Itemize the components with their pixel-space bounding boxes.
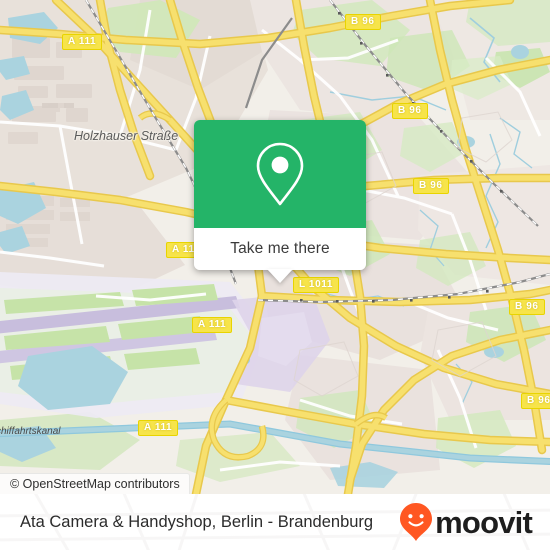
road-shield-a111-south[interactable]: A 111 (138, 420, 179, 436)
location-popup-card[interactable]: Take me there (194, 120, 366, 283)
take-me-there-label: Take me there (230, 240, 330, 257)
moovit-pin-smiley-icon (400, 503, 433, 541)
popup-action-bar[interactable]: Take me there (194, 228, 366, 283)
popup-header (194, 120, 366, 228)
moovit-wordmark: moovit (435, 504, 533, 540)
road-shield-b96-right[interactable]: B 96 (509, 299, 545, 315)
footer-bar: Ata Camera & Handyshop, Berlin - Branden… (0, 494, 550, 550)
road-shield-b96-lower[interactable]: B 96 (521, 393, 550, 409)
map-screenshot-root: Holzhauser Straße chiffahrtskanal A 111 … (0, 0, 550, 550)
popup-pointer-tail (267, 269, 293, 283)
road-shield-b96-top[interactable]: B 96 (345, 14, 381, 30)
road-shield-b96-upper[interactable]: B 96 (392, 103, 428, 119)
map-pin-icon (256, 142, 304, 206)
map-attribution[interactable]: © OpenStreetMap contributors (0, 473, 190, 494)
road-shield-a111-airport[interactable]: A 111 (192, 317, 233, 333)
place-title: Ata Camera & Handyshop, Berlin - Branden… (20, 512, 374, 531)
water-label-canal: chiffahrtskanal (0, 426, 61, 437)
moovit-logo[interactable]: moovit (399, 502, 533, 542)
map-canvas[interactable]: Holzhauser Straße chiffahrtskanal A 111 … (0, 0, 550, 494)
road-shield-b96-mid[interactable]: B 96 (413, 178, 449, 194)
road-shield-l1011[interactable]: L 1011 (293, 277, 340, 293)
street-label-holzhauser-strasse: Holzhauser Straße (74, 129, 179, 143)
road-shield-a111-north[interactable]: A 111 (62, 34, 103, 50)
